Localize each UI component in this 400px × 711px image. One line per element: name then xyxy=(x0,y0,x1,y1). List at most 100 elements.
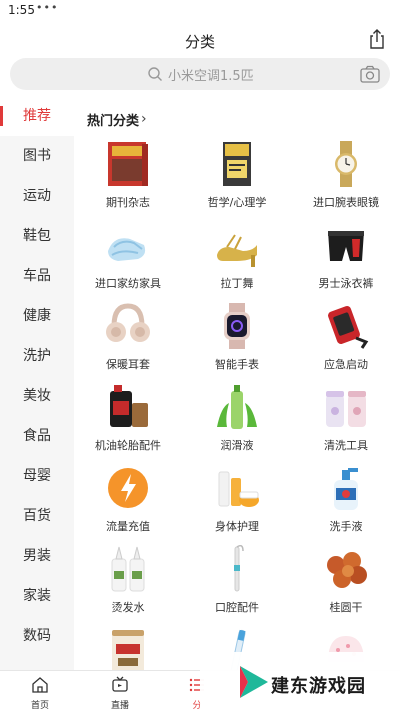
category-content: 热门分类 › 期刊杂志 哲学/心理学 进口腕表眼镜 进口家纺家具 拉丁舞 男士泳… xyxy=(74,96,400,670)
sidebar-item-books[interactable]: 图书 xyxy=(0,136,74,176)
sidebar-item-label: 百货 xyxy=(23,508,51,524)
perm-bottles-icon xyxy=(111,546,145,592)
grid-item-imported-textiles[interactable]: 进口家纺家具 xyxy=(74,221,182,301)
watermark-text: 建东游戏园 xyxy=(271,676,366,697)
grid-item-oral-accessories[interactable]: 口腔配件 xyxy=(183,545,291,625)
status-dots: ••• xyxy=(36,1,59,14)
search-bar[interactable]: 小米空调1.5匹 xyxy=(10,58,390,90)
sidebar-item-general[interactable]: 百货 xyxy=(0,496,74,536)
dance-shoe-icon xyxy=(217,234,257,267)
grid-item-cleaning-tools[interactable]: 清洗工具 xyxy=(292,383,400,463)
grid-item-philosophy[interactable]: 哲学/心理学 xyxy=(183,140,291,220)
page-title: 分类 xyxy=(184,33,215,51)
nav-home[interactable]: 首页 xyxy=(5,671,75,711)
grid-item-label: 洗手液 xyxy=(329,520,363,533)
swim-trunks-icon xyxy=(328,231,364,261)
sidebar-item-label: 健康 xyxy=(23,308,51,324)
grid-item-mens-swimwear[interactable]: 男士泳衣裤 xyxy=(292,221,400,301)
lightning-icon xyxy=(108,468,148,508)
jump-starter-icon xyxy=(328,306,369,349)
grid-item-jump-starter[interactable]: 应急启动 xyxy=(292,302,400,382)
search-icon xyxy=(148,67,162,81)
grid-item-label: 男士泳衣裤 xyxy=(318,277,374,290)
hand-soap-icon xyxy=(334,468,358,510)
formula-can-icon xyxy=(112,630,144,670)
watch-icon xyxy=(335,141,357,187)
grid-item-body-care[interactable]: 身体护理 xyxy=(183,464,291,544)
towel-icon xyxy=(108,238,146,261)
grid-item-formula[interactable] xyxy=(74,626,182,670)
sidebar-item-label: 运动 xyxy=(23,188,51,204)
earmuffs-icon xyxy=(106,303,150,342)
sidebar-item-recommend[interactable]: 推荐 xyxy=(0,96,74,136)
sidebar-item-shoes-bags[interactable]: 鞋包 xyxy=(0,216,74,256)
sidebar-item-wash-care[interactable]: 洗护 xyxy=(0,336,74,376)
sidebar-item-label: 男装 xyxy=(23,548,51,564)
sidebar-item-car[interactable]: 车品 xyxy=(0,256,74,296)
sidebar-item-label: 母婴 xyxy=(23,468,51,484)
grid-item-label: 智能手表 xyxy=(215,358,259,371)
grid-item-label: 机油轮胎配件 xyxy=(95,439,161,452)
sidebar-item-home-decor[interactable]: 家装 xyxy=(0,576,74,616)
grid-item-magazines[interactable]: 期刊杂志 xyxy=(74,140,182,220)
aloe-bottle-icon xyxy=(217,385,257,429)
sidebar-item-label: 鞋包 xyxy=(23,228,51,244)
sidebar-item-health[interactable]: 健康 xyxy=(0,296,74,336)
grid-item-label: 桂圆干 xyxy=(329,601,363,614)
nav-label: 直播 xyxy=(110,701,129,711)
grid-item-hand-soap[interactable]: 洗手液 xyxy=(292,464,400,544)
grid-item-label: 口腔配件 xyxy=(215,601,259,614)
grid-item-label: 进口腕表眼镜 xyxy=(313,196,379,209)
grid-item-imported-watches[interactable]: 进口腕表眼镜 xyxy=(292,140,400,220)
grid-item-label: 身体护理 xyxy=(215,520,259,533)
active-indicator xyxy=(0,106,3,126)
sidebar-item-label: 图书 xyxy=(23,148,51,164)
grid-item-dried-longan[interactable]: 桂圆干 xyxy=(292,545,400,625)
tv-icon xyxy=(112,676,128,692)
status-time: 1:55 xyxy=(8,3,35,17)
sidebar-item-label: 洗护 xyxy=(23,348,51,364)
header: 分类 xyxy=(0,22,400,58)
search-placeholder: 小米空调1.5匹 xyxy=(168,69,254,84)
grid-item-smartwatch[interactable]: 智能手表 xyxy=(183,302,291,382)
sidebar-item-label: 美妆 xyxy=(23,388,51,404)
sidebar-item-digital[interactable]: 数码 xyxy=(0,616,74,656)
status-bar: 1:55 ••• xyxy=(0,0,400,22)
oral-irrigator-icon xyxy=(234,545,244,592)
sidebar-item-label: 车品 xyxy=(23,268,51,284)
grid-item-label: 期刊杂志 xyxy=(106,196,150,209)
grid-item-latin-dance[interactable]: 拉丁舞 xyxy=(183,221,291,301)
grid-item-label: 哲学/心理学 xyxy=(207,196,267,209)
engine-oil-icon xyxy=(110,385,148,427)
grid-item-label: 进口家纺家具 xyxy=(95,277,161,290)
watermark: 建东游戏园 xyxy=(200,652,400,711)
sidebar-item-label: 推荐 xyxy=(23,108,51,124)
grid-item-data-recharge[interactable]: 流量充值 xyxy=(74,464,182,544)
nav-live[interactable]: 直播 xyxy=(85,671,155,711)
grid-item-perm-lotion[interactable]: 烫发水 xyxy=(74,545,182,625)
grid-item-label: 润滑液 xyxy=(220,439,254,452)
grid-item-auto-parts[interactable]: 机油轮胎配件 xyxy=(74,383,182,463)
grid-item-label: 应急启动 xyxy=(324,358,368,371)
grid-item-earmuffs[interactable]: 保暖耳套 xyxy=(74,302,182,382)
section-title[interactable]: 热门分类 xyxy=(87,110,139,129)
sidebar-item-label: 食品 xyxy=(23,428,51,444)
smartwatch-icon xyxy=(224,303,250,349)
grid-item-label: 流量充值 xyxy=(106,520,150,533)
sidebar-item-label: 家装 xyxy=(23,588,51,604)
sidebar-item-label: 数码 xyxy=(23,628,51,644)
cleaning-jars-icon xyxy=(326,391,366,427)
grid-item-label: 清洗工具 xyxy=(324,439,368,452)
sidebar-item-food[interactable]: 食品 xyxy=(0,416,74,456)
grid-item-label: 烫发水 xyxy=(111,601,145,614)
book-icon xyxy=(223,142,251,186)
sidebar-item-menswear[interactable]: 男装 xyxy=(0,536,74,576)
chevron-right-icon[interactable]: › xyxy=(141,111,147,127)
sidebar-item-baby[interactable]: 母婴 xyxy=(0,456,74,496)
camera-icon[interactable] xyxy=(360,65,380,83)
share-button[interactable] xyxy=(366,28,388,50)
sidebar-item-sports[interactable]: 运动 xyxy=(0,176,74,216)
sidebar-item-beauty[interactable]: 美妆 xyxy=(0,376,74,416)
grid-item-lubricant[interactable]: 润滑液 xyxy=(183,383,291,463)
watermark-logo-icon xyxy=(240,666,268,698)
